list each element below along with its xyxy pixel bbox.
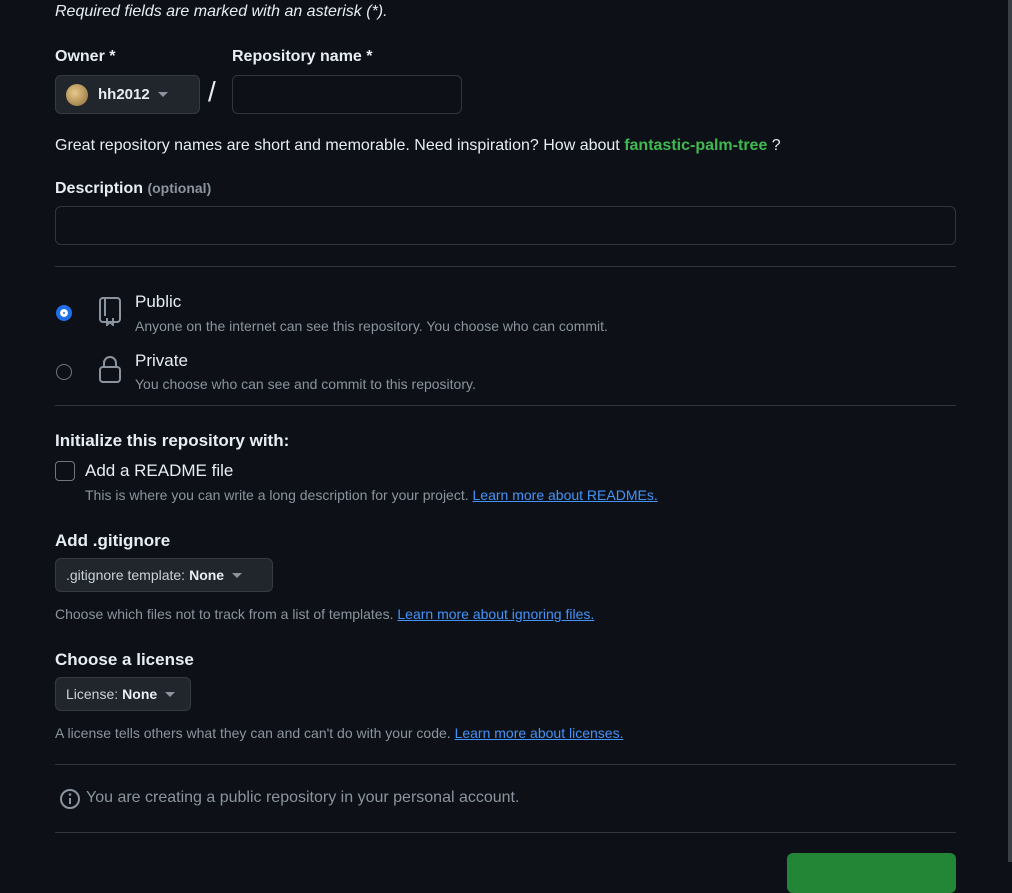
hint-prefix: Great repository names are short and mem… [55, 137, 620, 154]
private-description: You choose who can see and commit to thi… [135, 376, 476, 392]
readme-checkbox[interactable] [55, 461, 75, 481]
create-repository-button[interactable] [787, 853, 956, 893]
description-label-text: Description [55, 180, 144, 197]
owner-value: hh2012 [98, 86, 150, 103]
initialize-title: Initialize this repository with: [55, 431, 290, 450]
license-desc-text: A license tells others what they can and… [55, 725, 451, 741]
owner-label: Owner * [55, 48, 116, 65]
footer-info-text: You are creating a public repository in … [86, 789, 520, 806]
gitignore-value: None [189, 567, 225, 583]
license-description: A license tells others what they can and… [55, 725, 623, 741]
gitignore-description: Choose which files not to track from a l… [55, 606, 594, 622]
gitignore-select[interactable]: .gitignore template: None [55, 558, 273, 592]
repo-public-icon [97, 296, 123, 328]
lock-icon [98, 354, 122, 384]
divider [55, 266, 956, 267]
private-title: Private [135, 351, 188, 370]
license-title: Choose a license [55, 650, 194, 669]
name-suggestion-link[interactable]: fantastic-palm-tree [624, 137, 767, 154]
repo-name-label: Repository name * [232, 48, 373, 65]
license-learn-more-link[interactable]: Learn more about licenses. [455, 725, 624, 741]
license-prefix: License: [66, 686, 119, 702]
license-value: None [122, 686, 158, 702]
divider [55, 764, 956, 765]
chevron-down-icon [232, 572, 243, 578]
scrollbar[interactable] [1008, 0, 1012, 862]
divider [55, 405, 956, 406]
readme-learn-more-link[interactable]: Learn more about READMEs. [473, 487, 658, 503]
description-optional: (optional) [147, 180, 212, 196]
description-label: Description (optional) [55, 180, 211, 198]
repo-name-hint: Great repository names are short and mem… [55, 137, 781, 155]
readme-label[interactable]: Add a README file [85, 461, 233, 481]
description-input[interactable] [55, 206, 956, 245]
repo-name-input[interactable] [232, 75, 462, 114]
slash-separator: / [208, 76, 216, 107]
public-description: Anyone on the internet can see this repo… [135, 318, 608, 334]
chevron-down-icon [157, 92, 168, 97]
divider [55, 832, 956, 833]
info-icon [59, 788, 81, 810]
readme-desc-text: This is where you can write a long descr… [85, 487, 469, 503]
gitignore-title: Add .gitignore [55, 531, 171, 550]
public-radio[interactable] [56, 305, 72, 321]
gitignore-learn-more-link[interactable]: Learn more about ignoring files. [397, 606, 594, 622]
readme-description: This is where you can write a long descr… [85, 487, 658, 503]
public-title: Public [135, 292, 182, 311]
hint-suffix: ? [771, 137, 781, 154]
gitignore-prefix: .gitignore template: [66, 567, 186, 583]
license-select[interactable]: License: None [55, 677, 191, 711]
gitignore-desc-text: Choose which files not to track from a l… [55, 606, 394, 622]
private-radio[interactable] [56, 364, 72, 380]
required-note: Required fields are marked with an aster… [55, 3, 388, 20]
avatar [66, 83, 88, 106]
chevron-down-icon [165, 691, 176, 697]
owner-select[interactable]: hh2012 [55, 75, 200, 114]
